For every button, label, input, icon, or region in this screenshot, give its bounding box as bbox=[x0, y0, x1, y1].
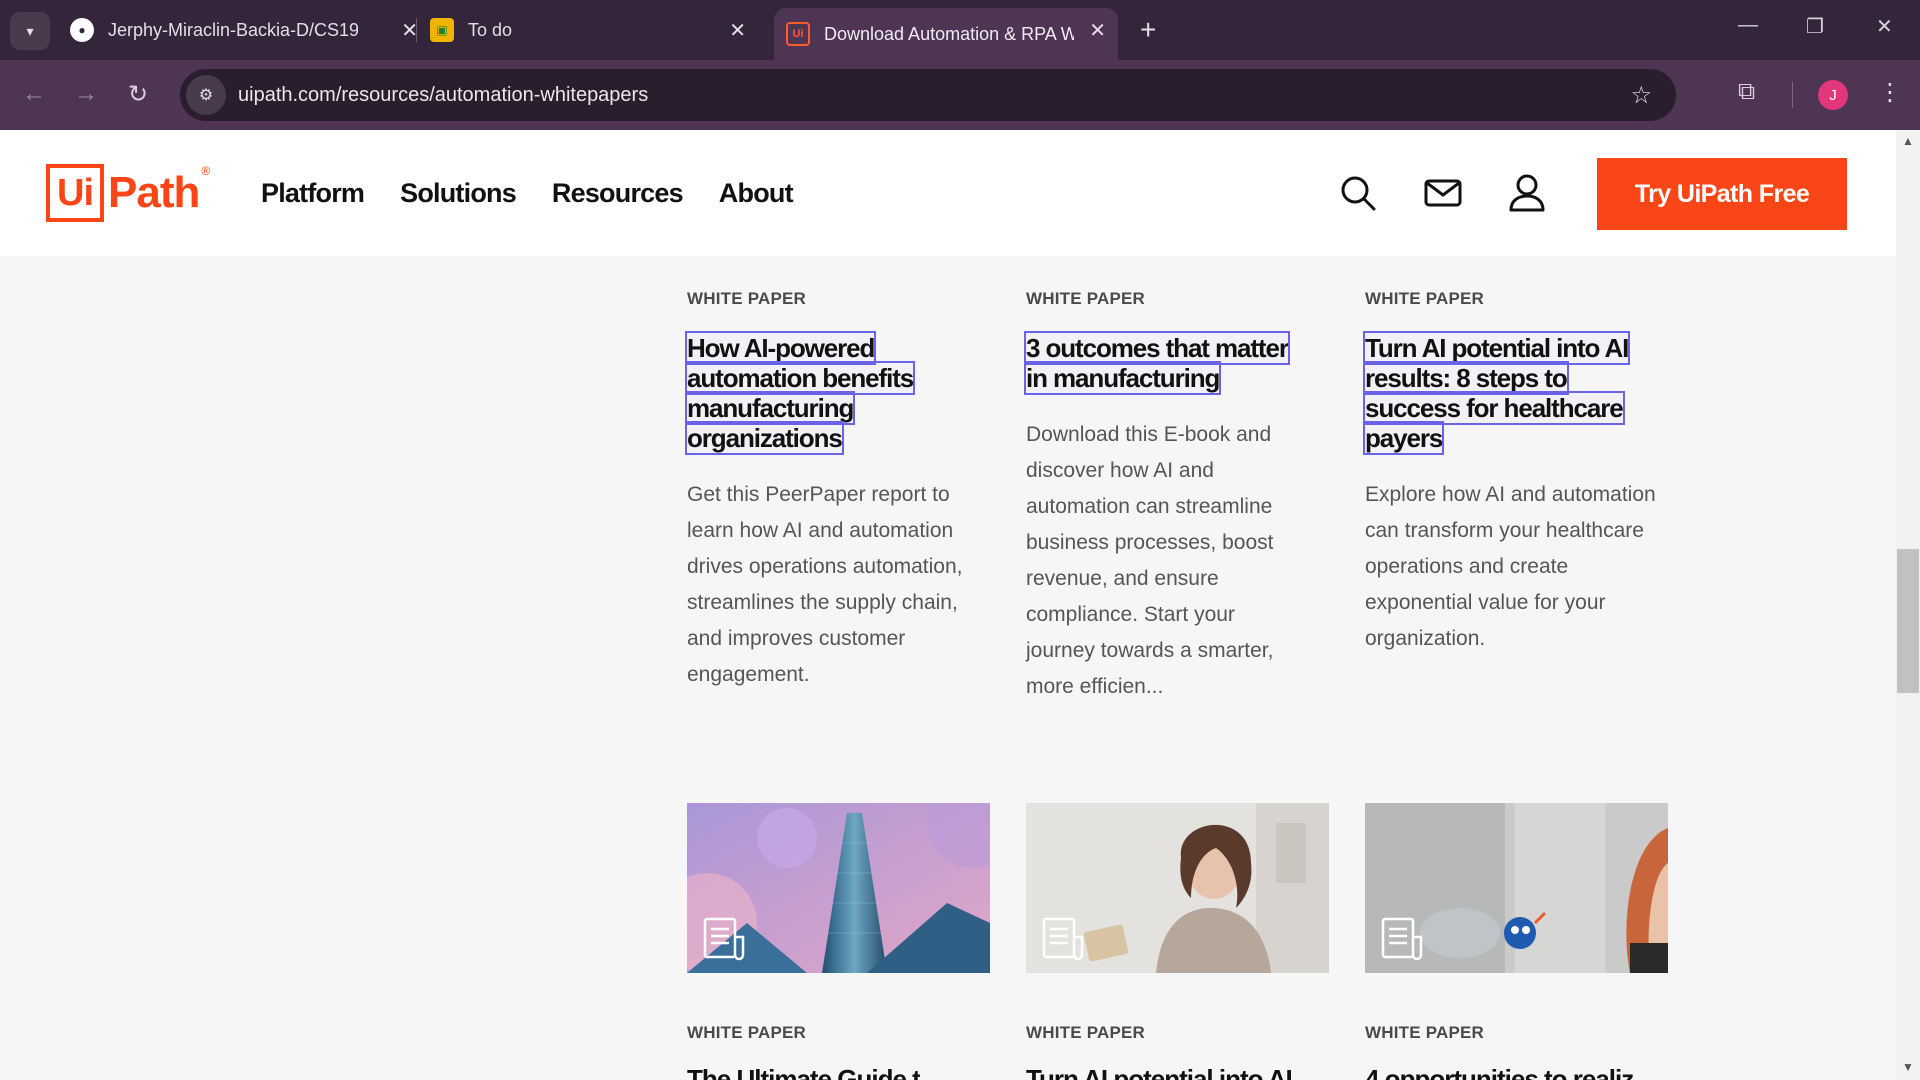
card-thumbnail-skyscraper[interactable] bbox=[687, 803, 990, 973]
card-title-clipped[interactable]: Turn AI potential into AI bbox=[1026, 1064, 1292, 1080]
card-description: Download this E-book and discover how AI… bbox=[1026, 423, 1274, 698]
whitepaper-card[interactable]: Turn AI potential into AI results: 8 ste… bbox=[1362, 331, 1669, 657]
restore-icon[interactable]: ❐ bbox=[1806, 14, 1824, 39]
tab-uipath-active[interactable]: Ui Download Automation & RPA W ✕ bbox=[774, 8, 1118, 60]
card-title-line[interactable]: in manufacturing bbox=[1023, 361, 1222, 395]
scrollbar-thumb[interactable] bbox=[1897, 549, 1919, 693]
search-icon[interactable] bbox=[1335, 170, 1381, 216]
card-description: Explore how AI and automation can transf… bbox=[1365, 483, 1656, 650]
nav-platform[interactable]: Platform bbox=[261, 178, 365, 209]
github-icon: ● bbox=[70, 18, 94, 42]
try-uipath-free-button[interactable]: Try UiPath Free bbox=[1597, 158, 1847, 230]
tab-todo[interactable]: ▣ To do ✕ bbox=[418, 8, 758, 52]
site-header: Ui Path ® Platform Solutions Resources A… bbox=[0, 130, 1896, 256]
uipath-icon: Ui bbox=[786, 22, 810, 46]
tab-search-button[interactable]: ▾ bbox=[10, 12, 50, 50]
logo-mark: Ui bbox=[46, 164, 104, 222]
card-eyebrow: WHITE PAPER bbox=[687, 1023, 807, 1042]
tab-title: To do bbox=[468, 19, 513, 40]
card-title-line[interactable]: How AI-powered bbox=[684, 331, 877, 365]
nav-about[interactable]: About bbox=[719, 178, 794, 209]
reload-icon[interactable]: ↻ bbox=[128, 80, 148, 109]
main-nav: Platform Solutions Resources About bbox=[261, 178, 794, 209]
classroom-icon: ▣ bbox=[430, 18, 454, 42]
card-title[interactable]: 3 outcomes that matter in manufacturing bbox=[1023, 331, 1322, 395]
card-title-line[interactable]: Turn AI potential into AI bbox=[1026, 1064, 1292, 1080]
card-title[interactable]: How AI-powered automation benefits manuf… bbox=[684, 331, 991, 455]
window-close-icon[interactable]: ✕ bbox=[1876, 14, 1893, 39]
card-title-line[interactable]: success for healthcare bbox=[1363, 391, 1625, 425]
card-title-line[interactable]: payers bbox=[1362, 421, 1445, 455]
logo-wordmark: Path bbox=[108, 168, 200, 217]
card-title[interactable]: Turn AI potential into AI results: 8 ste… bbox=[1362, 331, 1669, 455]
profile-avatar[interactable]: J bbox=[1818, 80, 1848, 110]
user-account-icon[interactable] bbox=[1504, 170, 1550, 216]
back-arrow-icon[interactable]: ← bbox=[22, 80, 46, 108]
card-eyebrow: WHITE PAPER bbox=[1026, 1023, 1146, 1042]
card-thumbnail-woman-reading[interactable] bbox=[1026, 803, 1329, 973]
mail-icon[interactable] bbox=[1420, 170, 1466, 216]
card-description: Get this PeerPaper report to learn how A… bbox=[687, 483, 963, 686]
card-eyebrow: WHITE PAPER bbox=[1365, 1023, 1485, 1042]
card-eyebrow: WHITE PAPER bbox=[687, 289, 807, 308]
document-icon bbox=[1381, 917, 1423, 961]
card-title-line[interactable]: manufacturing bbox=[684, 391, 856, 425]
card-title-line[interactable]: The Ultimate Guide t bbox=[687, 1064, 920, 1080]
minimize-icon[interactable]: — bbox=[1738, 14, 1758, 37]
close-icon[interactable]: ✕ bbox=[1089, 18, 1106, 43]
bookmark-star-icon[interactable]: ☆ bbox=[1630, 81, 1652, 110]
card-title-clipped[interactable]: 4 opportunities to realiz bbox=[1365, 1064, 1634, 1080]
logo-registered: ® bbox=[201, 164, 211, 178]
card-title-line[interactable]: results: 8 steps to bbox=[1363, 361, 1569, 395]
document-icon bbox=[1042, 917, 1084, 961]
extensions-puzzle-icon[interactable]: ⧉ bbox=[1738, 78, 1755, 106]
card-title-line[interactable]: 4 opportunities to realiz bbox=[1365, 1064, 1634, 1080]
toolbar-divider bbox=[1792, 82, 1793, 108]
address-bar[interactable]: ⚙ uipath.com/resources/automation-whitep… bbox=[180, 69, 1676, 121]
url-text[interactable]: uipath.com/resources/automation-whitepap… bbox=[238, 84, 648, 107]
tab-title: Jerphy-Miraclin-Backia-D/CS19 bbox=[108, 19, 358, 40]
scroll-down-arrow-icon[interactable]: ▼ bbox=[1902, 1060, 1914, 1074]
card-title-line[interactable]: automation benefits bbox=[684, 361, 916, 395]
card-eyebrow: WHITE PAPER bbox=[1365, 289, 1485, 308]
card-title-line[interactable]: Turn AI potential into AI bbox=[1362, 331, 1631, 365]
nav-resources[interactable]: Resources bbox=[552, 178, 684, 209]
document-icon bbox=[703, 917, 745, 961]
whitepaper-card[interactable]: How AI-powered automation benefits manuf… bbox=[684, 331, 991, 693]
tab-github[interactable]: ● Jerphy-Miraclin-Backia-D/CS19 ✕ bbox=[58, 8, 430, 52]
uipath-logo[interactable]: Ui Path ® bbox=[46, 164, 210, 222]
forward-arrow-icon[interactable]: → bbox=[74, 80, 98, 108]
tab-divider bbox=[416, 18, 417, 42]
card-title-line[interactable]: organizations bbox=[685, 421, 844, 455]
whitepaper-card[interactable]: 3 outcomes that matter in manufacturing … bbox=[1023, 331, 1322, 705]
card-thumbnail-robot-woman[interactable] bbox=[1365, 803, 1668, 973]
site-settings-icon[interactable]: ⚙ bbox=[186, 75, 226, 115]
new-tab-plus-icon[interactable]: + bbox=[1140, 14, 1156, 46]
browser-menu-icon[interactable]: ⋮ bbox=[1878, 78, 1902, 107]
card-title-line[interactable]: 3 outcomes that matter bbox=[1024, 331, 1290, 365]
tab-title: Download Automation & RPA W bbox=[824, 23, 1074, 44]
nav-solutions[interactable]: Solutions bbox=[400, 178, 517, 209]
chevron-down-icon: ▾ bbox=[26, 22, 34, 39]
card-eyebrow: WHITE PAPER bbox=[1026, 289, 1146, 308]
card-title-clipped[interactable]: The Ultimate Guide t bbox=[687, 1064, 920, 1080]
browser-toolbar: ← → ↻ ⚙ uipath.com/resources/automation-… bbox=[0, 60, 1920, 130]
close-icon[interactable]: ✕ bbox=[729, 18, 746, 43]
scroll-up-arrow-icon[interactable]: ▲ bbox=[1902, 134, 1914, 148]
browser-tab-strip: ▾ ● Jerphy-Miraclin-Backia-D/CS19 ✕ ▣ To… bbox=[0, 0, 1920, 60]
